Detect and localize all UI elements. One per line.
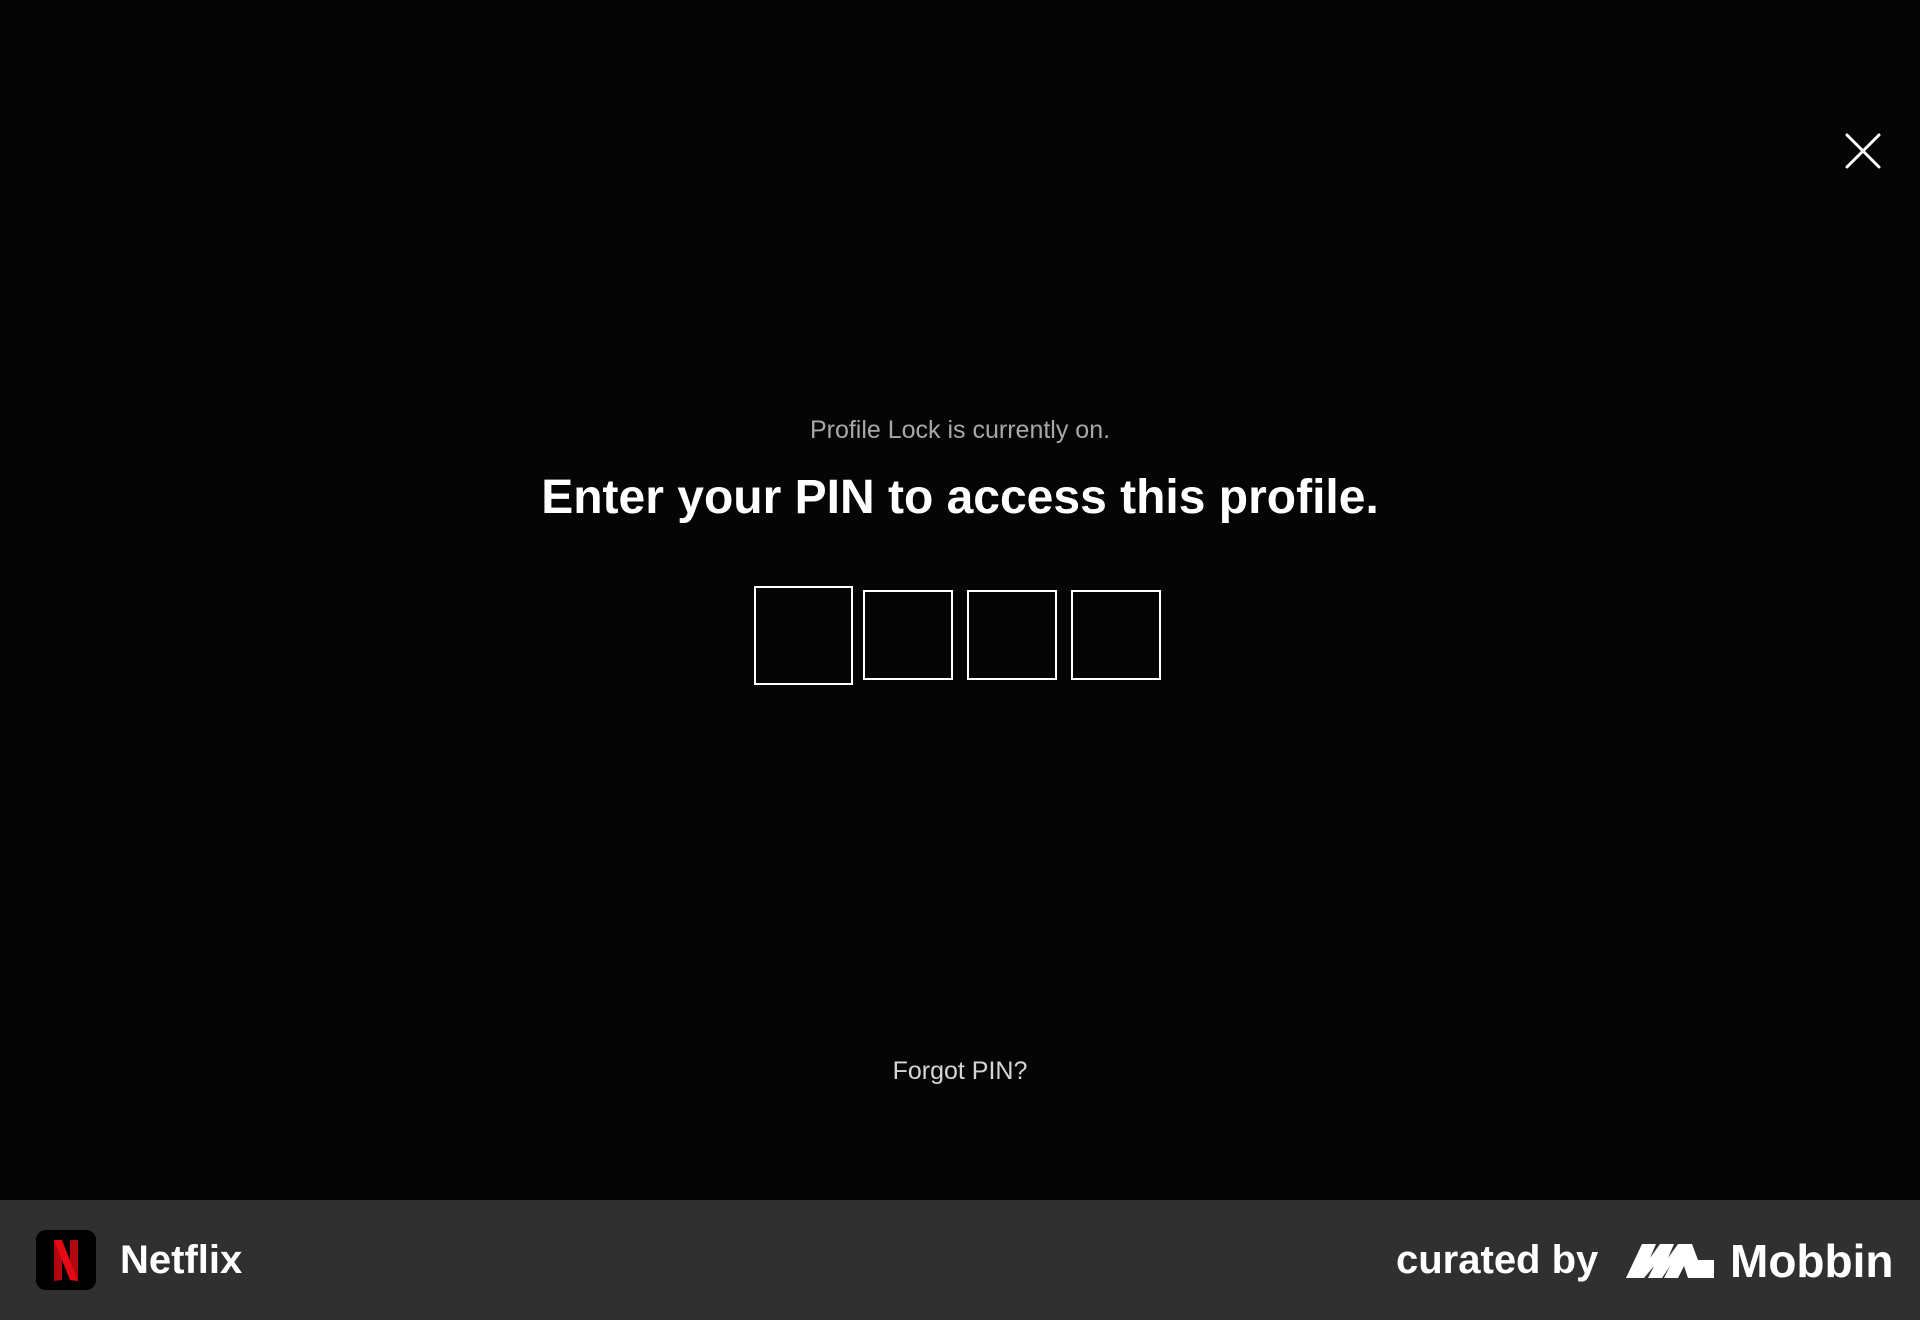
curated-by-label: curated by xyxy=(1396,1238,1599,1282)
pin-digit-1[interactable] xyxy=(754,586,853,685)
app-name: Netflix xyxy=(120,1238,243,1282)
pin-digit-3[interactable] xyxy=(967,590,1057,680)
attribution-footer: Netflix curated by Mobbin xyxy=(0,1200,1920,1320)
forgot-pin-row: Forgot PIN? xyxy=(0,1057,1920,1086)
mobbin-brand-name: Mobbin xyxy=(1730,1235,1894,1287)
pin-digit-2[interactable] xyxy=(863,590,953,680)
close-icon xyxy=(1845,133,1881,169)
forgot-pin-link[interactable]: Forgot PIN? xyxy=(893,1057,1028,1085)
profile-lock-status: Profile Lock is currently on. xyxy=(809,416,1111,444)
pin-digit-4[interactable] xyxy=(1071,590,1161,680)
netflix-n-icon xyxy=(36,1230,96,1290)
close-button[interactable] xyxy=(1838,126,1888,176)
mobbin-logo xyxy=(1626,1238,1716,1282)
pin-prompt-heading: Enter your PIN to access this profile. xyxy=(541,471,1379,524)
profile-lock-screen: Profile Lock is currently on. Enter your… xyxy=(0,0,1920,1200)
